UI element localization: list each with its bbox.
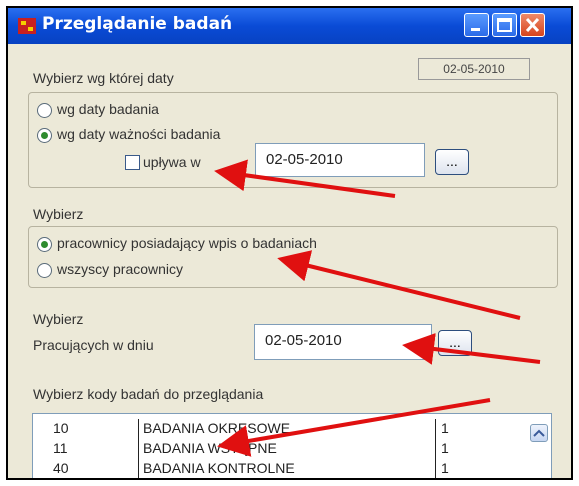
window-title: Przeglądanie badań — [42, 14, 233, 34]
exam-value: 1 — [441, 420, 449, 436]
scroll-up-button[interactable] — [530, 424, 548, 442]
exam-code: 10 — [53, 420, 69, 436]
radio-exam-date-label: wg daty badania — [57, 101, 159, 117]
radio-validity-date-label: wg daty ważności badania — [57, 126, 221, 142]
codes-section-label: Wybierz kody badań do przeglądania — [33, 386, 264, 402]
exam-name: BADANIA OKRESOWE — [143, 420, 291, 436]
minimize-icon — [471, 28, 480, 31]
current-date-display: 02-05-2010 — [418, 58, 530, 80]
maximize-button[interactable] — [492, 13, 517, 37]
radio-all-employees-label: wszyscy pracownicy — [57, 261, 184, 277]
employees-options-group: pracownicy posiadający wpis o badaniach … — [28, 226, 558, 288]
working-date-input[interactable]: 02-05-2010 — [254, 324, 432, 360]
exam-code: 11 — [53, 440, 68, 456]
app-icon — [18, 18, 36, 34]
list-item[interactable]: 11 BADANIA WSTĘPNE 1 — [33, 440, 533, 460]
radio-with-exam-records-label: pracownicy posiadający wpis o badaniach — [57, 235, 317, 251]
expires-date-input[interactable]: 02-05-2010 — [255, 143, 425, 177]
exam-codes-list[interactable]: 10 BADANIA OKRESOWE 1 11 BADANIA WSTĘPNE… — [32, 413, 552, 478]
expires-label: upływa w — [143, 154, 201, 170]
exam-value: 1 — [441, 460, 449, 476]
radio-all-employees[interactable] — [37, 263, 52, 278]
exam-name: BADANIA KONTROLNE — [143, 460, 295, 476]
exam-value: 1 — [441, 440, 449, 456]
working-section-label: Wybierz — [33, 311, 84, 327]
list-item[interactable]: 40 BADANIA KONTROLNE 1 — [33, 460, 533, 478]
close-icon — [525, 17, 540, 33]
radio-exam-date[interactable] — [37, 103, 52, 118]
exam-name: BADANIA WSTĘPNE — [143, 440, 277, 456]
radio-validity-date[interactable] — [37, 128, 52, 143]
expires-date-picker-button[interactable]: ... — [435, 149, 469, 175]
title-bar[interactable]: Przeglądanie badań — [8, 8, 571, 44]
minimize-button[interactable] — [464, 13, 489, 37]
working-date-picker-button[interactable]: ... — [438, 330, 472, 356]
working-on-day-label: Pracujących w dniu — [33, 337, 154, 353]
radio-with-exam-records[interactable] — [37, 237, 52, 252]
maximize-icon — [497, 18, 512, 32]
date-options-group: wg daty badania wg daty ważności badania… — [28, 92, 558, 188]
employees-section-label: Wybierz — [33, 206, 84, 222]
close-button[interactable] — [520, 13, 545, 37]
chevron-up-icon — [533, 429, 545, 437]
date-section-label: Wybierz wg której daty — [33, 70, 174, 86]
list-item[interactable]: 10 BADANIA OKRESOWE 1 — [33, 420, 533, 440]
browse-exams-window: Przeglądanie badań 02-05-2010 Wybierz wg… — [6, 6, 573, 480]
exam-code: 40 — [53, 460, 69, 476]
expires-checkbox[interactable] — [125, 155, 140, 170]
